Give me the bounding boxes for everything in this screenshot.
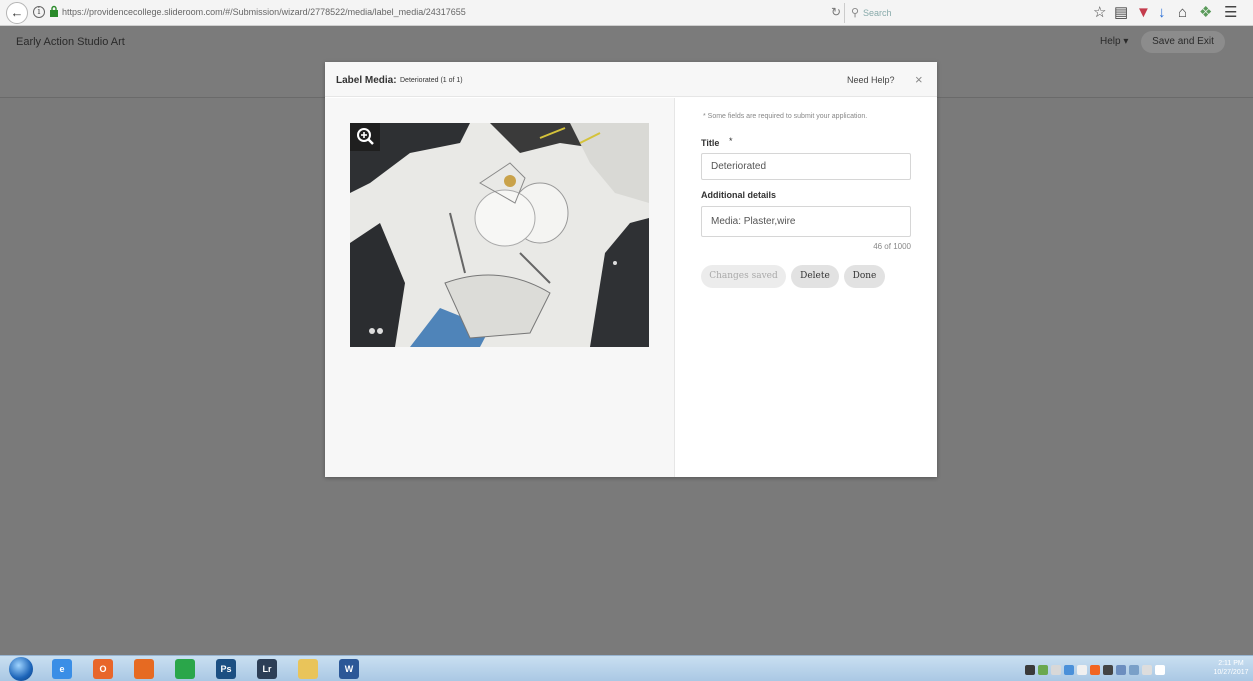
reload-icon[interactable]: ↻ xyxy=(831,5,841,19)
browser-search-input[interactable]: ⚲ Search xyxy=(844,3,1074,23)
internet-explorer-icon[interactable]: e xyxy=(52,659,72,679)
browser-toolbar: ← i https://providencecollege.slideroom.… xyxy=(0,0,1253,26)
page-title: Early Action Studio Art xyxy=(16,36,125,48)
home-icon[interactable]: ⌂ xyxy=(1178,4,1187,21)
help-dropdown[interactable]: Help ▾ xyxy=(1100,36,1128,47)
clock-date: 10/27/2017 xyxy=(1213,669,1249,676)
delete-button[interactable]: Delete xyxy=(791,265,839,288)
title-input[interactable] xyxy=(701,153,911,180)
additional-details-input[interactable]: Media: Plaster,wire xyxy=(701,206,911,237)
extension-icon[interactable]: ❖ xyxy=(1199,4,1212,21)
address-bar-url[interactable]: https://providencecollege.slideroom.com/… xyxy=(62,7,466,17)
required-star: * xyxy=(729,136,733,146)
chrome-icon[interactable] xyxy=(175,659,195,679)
character-count: 46 of 1000 xyxy=(873,242,911,251)
menu-icon[interactable]: ☰ xyxy=(1224,4,1237,21)
sculpture-photo xyxy=(350,123,649,347)
title-field-label: Title xyxy=(701,138,720,148)
label-media-dialog: Label Media: Deteriorated (1 of 1) Need … xyxy=(325,62,937,477)
download-icon[interactable]: ↓ xyxy=(1158,4,1166,21)
required-fields-note: * Some fields are required to submit you… xyxy=(703,113,868,120)
windows-taskbar: e O Ps Lr W 2:11 PM 10/27/2017 xyxy=(0,655,1253,681)
clock-time: 2:11 PM xyxy=(1218,660,1244,667)
save-and-exit-button[interactable]: Save and Exit xyxy=(1141,31,1225,53)
done-button[interactable]: Done xyxy=(844,265,885,288)
system-tray[interactable] xyxy=(1025,662,1215,676)
need-help-link[interactable]: Need Help? xyxy=(847,75,895,85)
lightroom-icon[interactable]: Lr xyxy=(257,659,277,679)
search-placeholder: Search xyxy=(863,8,892,18)
back-arrow-icon[interactable]: ← xyxy=(6,2,28,24)
pocket-icon[interactable]: ▼ xyxy=(1136,4,1151,21)
additional-details-label: Additional details xyxy=(701,190,777,200)
office-icon[interactable]: O xyxy=(93,659,113,679)
zoom-in-icon xyxy=(357,128,374,145)
media-image xyxy=(350,123,649,347)
media-details-form: * Some fields are required to submit you… xyxy=(676,98,937,477)
system-clock[interactable]: 2:11 PM 10/27/2017 xyxy=(1212,659,1250,677)
dialog-title: Label Media: xyxy=(336,75,397,86)
changes-saved-button: Changes saved xyxy=(701,265,786,288)
dialog-header: Label Media: Deteriorated (1 of 1) Need … xyxy=(325,62,937,97)
bookmark-star-icon[interactable]: ☆ xyxy=(1093,4,1106,21)
firefox-icon[interactable] xyxy=(134,659,154,679)
word-icon[interactable]: W xyxy=(339,659,359,679)
media-preview-pane xyxy=(325,98,675,477)
search-icon: ⚲ xyxy=(851,7,860,19)
bookmarks-library-icon[interactable]: ▤ xyxy=(1114,4,1128,21)
photoshop-icon[interactable]: Ps xyxy=(216,659,236,679)
dialog-subtitle: Deteriorated (1 of 1) xyxy=(400,77,463,84)
close-icon[interactable]: × xyxy=(915,72,923,87)
lock-icon xyxy=(50,5,58,17)
zoom-in-button[interactable] xyxy=(350,123,380,151)
file-explorer-icon[interactable] xyxy=(298,659,318,679)
start-button-icon[interactable] xyxy=(9,657,33,681)
info-icon[interactable]: i xyxy=(33,6,45,18)
